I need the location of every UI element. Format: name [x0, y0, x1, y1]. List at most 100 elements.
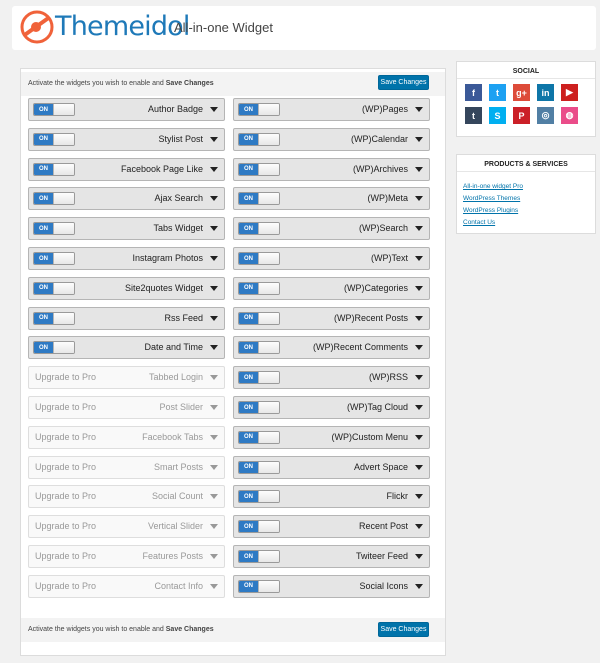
caret-down-icon[interactable] — [210, 107, 218, 112]
product-link[interactable]: All-in-one widget Pro — [463, 181, 523, 193]
youtube-icon[interactable]: ▶ — [561, 84, 578, 101]
caret-down-icon[interactable] — [210, 196, 218, 202]
caret-down-icon[interactable] — [210, 583, 218, 589]
upgrade-to-pro-link[interactable]: Upgrade to Pro — [35, 432, 96, 442]
product-link[interactable]: Contact Us — [463, 217, 523, 229]
widget-toggle[interactable]: ON — [238, 192, 280, 206]
save-changes-button-bottom[interactable]: Save Changes — [378, 622, 429, 637]
upgrade-to-pro-link[interactable]: Upgrade to Pro — [35, 372, 96, 382]
caret-down-icon[interactable] — [210, 166, 218, 172]
caret-down-icon[interactable] — [415, 375, 423, 381]
caret-down-icon[interactable] — [415, 554, 423, 559]
dribbble-icon[interactable]: ◍ — [561, 107, 578, 124]
widget-row: ON (WP)Tag Cloud — [233, 396, 430, 419]
pinterest-icon[interactable]: P — [513, 107, 530, 124]
instagram-icon[interactable]: ◎ — [537, 107, 554, 124]
google-plus-icon[interactable]: g+ — [513, 84, 530, 101]
caret-down-icon[interactable] — [210, 136, 218, 142]
widget-toggle[interactable]: ON — [238, 252, 280, 265]
widget-toggle[interactable]: ON — [33, 222, 75, 236]
toggle-on-label: ON — [34, 342, 53, 354]
widget-toggle[interactable]: ON — [238, 103, 280, 116]
save-changes-button-top[interactable]: Save Changes — [378, 75, 429, 90]
widget-toggle[interactable]: ON — [238, 550, 280, 563]
widget-row: ON Twiteer Feed — [233, 545, 430, 568]
toggle-knob — [53, 312, 74, 324]
widget-toggle[interactable]: ON — [238, 162, 280, 176]
widget-toggle[interactable]: ON — [238, 222, 280, 236]
caret-down-icon[interactable] — [210, 464, 218, 470]
upgrade-to-pro-link[interactable]: Upgrade to Pro — [35, 581, 96, 591]
caret-down-icon[interactable] — [210, 345, 218, 351]
widget-toggle[interactable]: ON — [238, 490, 280, 504]
widget-toggle[interactable]: ON — [238, 430, 280, 444]
caret-down-icon[interactable] — [210, 226, 218, 232]
widget-toggle[interactable]: ON — [33, 341, 75, 355]
upgrade-to-pro-link[interactable]: Upgrade to Pro — [35, 462, 96, 472]
caret-down-icon[interactable] — [415, 494, 423, 500]
caret-down-icon[interactable] — [210, 285, 218, 291]
caret-down-icon[interactable] — [415, 107, 423, 112]
caret-down-icon[interactable] — [415, 256, 423, 261]
caret-down-icon[interactable] — [210, 434, 218, 440]
widget-label: Flickr — [386, 491, 409, 502]
widget-toggle[interactable]: ON — [238, 520, 280, 534]
caret-down-icon[interactable] — [210, 375, 218, 381]
caret-down-icon[interactable] — [415, 285, 423, 291]
widget-toggle[interactable]: ON — [238, 579, 280, 593]
widget-toggle[interactable]: ON — [33, 162, 75, 176]
caret-down-icon[interactable] — [415, 524, 423, 530]
facebook-icon[interactable]: f — [465, 84, 482, 101]
caret-down-icon[interactable] — [415, 345, 423, 351]
product-link[interactable]: WordPress Themes — [463, 193, 523, 205]
widget-row: ON Recent Post — [233, 515, 430, 539]
twitter-icon[interactable]: t — [489, 84, 506, 101]
widget-toggle[interactable]: ON — [33, 192, 75, 206]
widget-toggle[interactable]: ON — [238, 371, 280, 385]
widget-toggle[interactable]: ON — [238, 311, 280, 325]
products-links: All-in-one widget Pro WordPress Themes W… — [463, 181, 523, 229]
widget-toggle[interactable]: ON — [33, 103, 75, 116]
tumblr-icon[interactable]: t — [465, 107, 482, 124]
caret-down-icon[interactable] — [210, 256, 218, 261]
caret-down-icon[interactable] — [415, 315, 423, 321]
widget-toggle[interactable]: ON — [33, 132, 75, 146]
widget-toggle[interactable]: ON — [33, 252, 75, 265]
toggle-on-label: ON — [239, 461, 258, 473]
widget-label: (WP)Calendar — [350, 133, 408, 144]
widget-toggle[interactable]: ON — [238, 281, 280, 295]
caret-down-icon[interactable] — [210, 405, 218, 410]
caret-down-icon[interactable] — [210, 494, 218, 500]
widget-label: (WP)Search — [358, 223, 408, 234]
widget-toggle[interactable]: ON — [33, 311, 75, 325]
widget-toggle[interactable]: ON — [33, 281, 75, 295]
skype-icon[interactable]: S — [489, 107, 506, 124]
widget-row: ON Date and Time — [28, 336, 225, 360]
caret-down-icon[interactable] — [415, 136, 423, 142]
widget-toggle[interactable]: ON — [238, 132, 280, 146]
widget-row: ON Advert Space — [233, 455, 430, 479]
toggle-knob — [258, 312, 279, 324]
themeidol-logo-icon — [20, 10, 54, 44]
caret-down-icon[interactable] — [210, 524, 218, 530]
widget-label: (WP)Pages — [361, 104, 408, 114]
upgrade-to-pro-link[interactable]: Upgrade to Pro — [35, 521, 96, 531]
caret-down-icon[interactable] — [415, 434, 423, 440]
upgrade-to-pro-link[interactable]: Upgrade to Pro — [35, 551, 96, 561]
toggle-knob — [258, 580, 279, 592]
widget-toggle[interactable]: ON — [238, 460, 280, 474]
caret-down-icon[interactable] — [415, 226, 423, 232]
caret-down-icon[interactable] — [415, 166, 423, 172]
upgrade-to-pro-link[interactable]: Upgrade to Pro — [35, 402, 96, 412]
widget-toggle[interactable]: ON — [238, 401, 280, 414]
caret-down-icon[interactable] — [415, 583, 423, 589]
caret-down-icon[interactable] — [415, 464, 423, 470]
caret-down-icon[interactable] — [210, 554, 218, 559]
product-link[interactable]: WordPress Plugins — [463, 205, 523, 217]
caret-down-icon[interactable] — [210, 315, 218, 321]
caret-down-icon[interactable] — [415, 196, 423, 202]
caret-down-icon[interactable] — [415, 405, 423, 410]
widget-toggle[interactable]: ON — [238, 341, 280, 355]
linkedin-icon[interactable]: in — [537, 84, 554, 101]
upgrade-to-pro-link[interactable]: Upgrade to Pro — [35, 491, 96, 501]
